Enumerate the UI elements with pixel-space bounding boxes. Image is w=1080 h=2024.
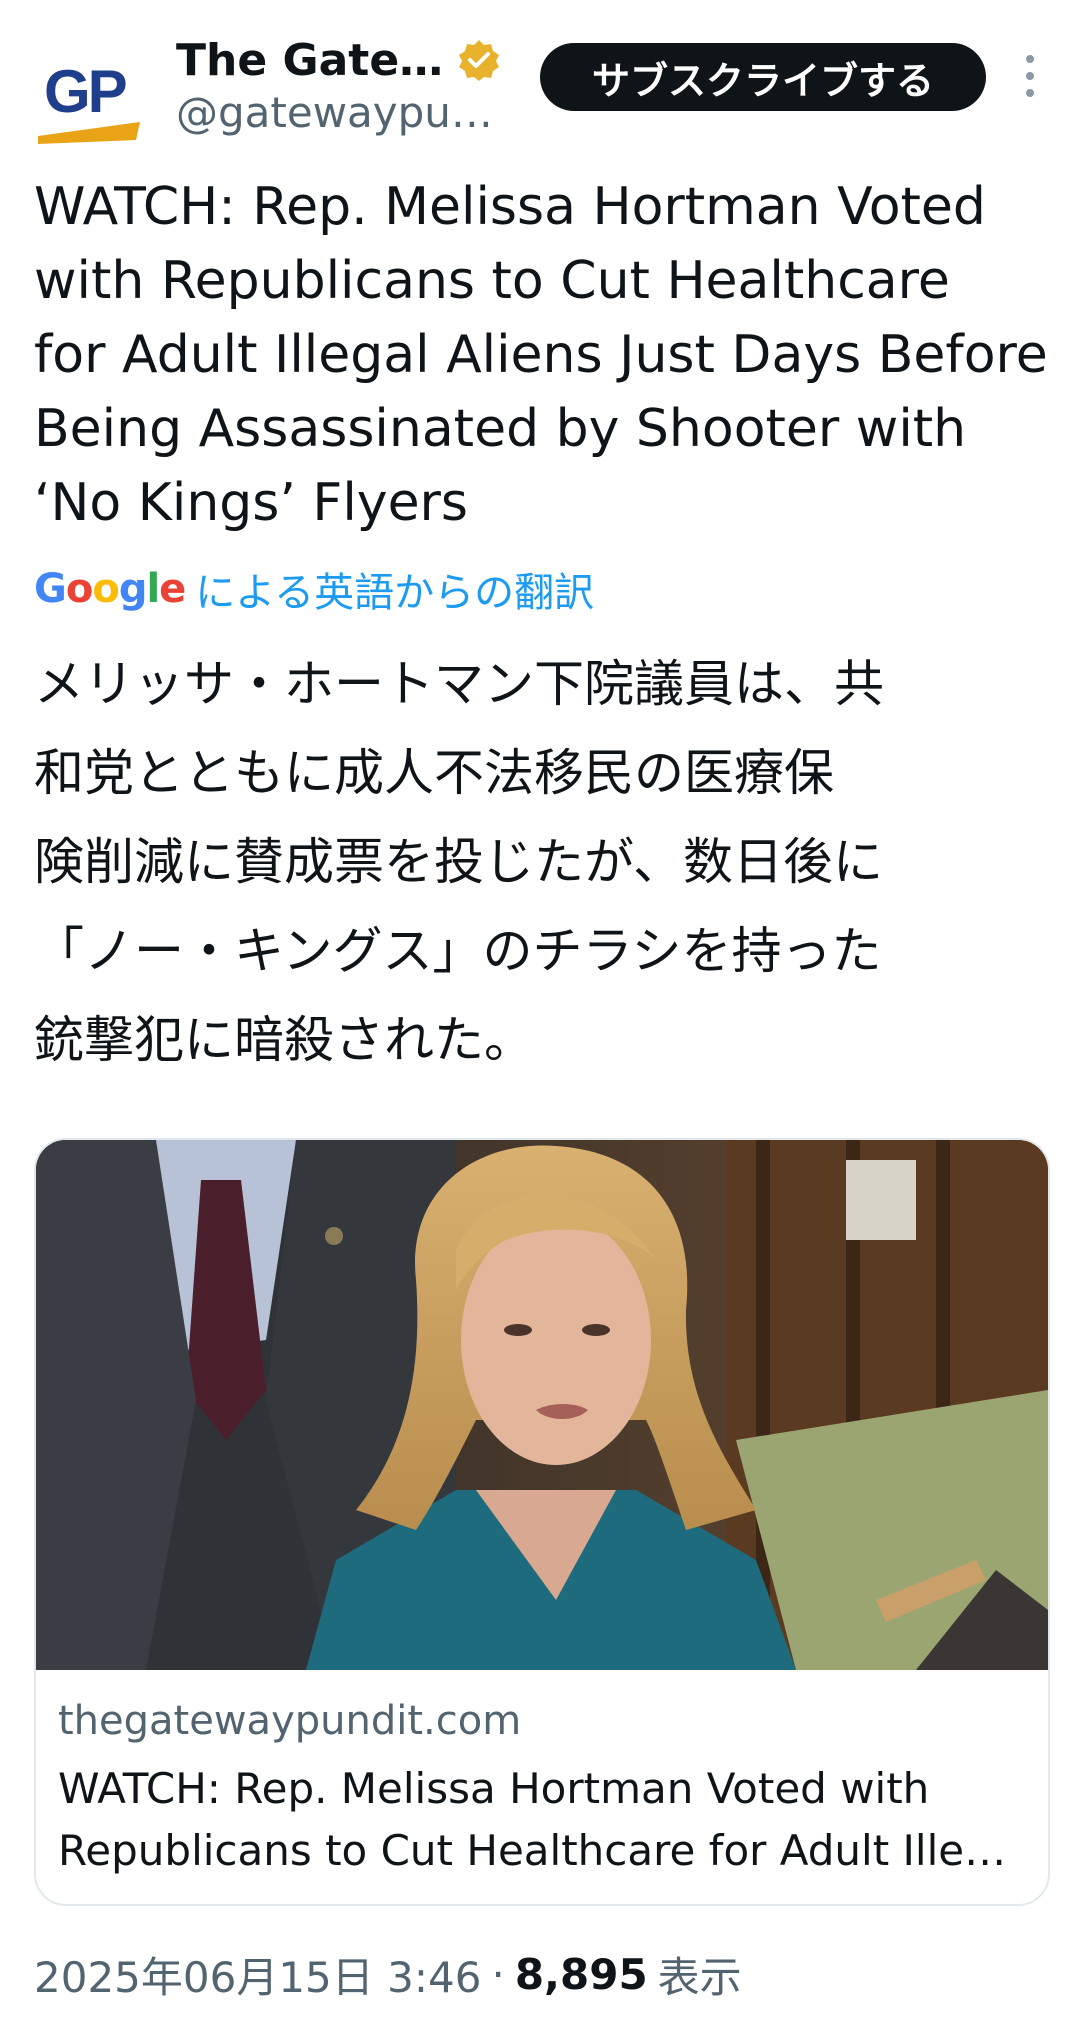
author-display-name[interactable]: The Gate… (176, 35, 443, 86)
translated-line: メリッサ・ホートマン下院議員は、共 (34, 655, 884, 713)
google-logo: Google (34, 566, 186, 612)
more-dot (1026, 89, 1034, 97)
post-text: WATCH: Rep. Melissa Hortman Voted with R… (34, 170, 1054, 540)
avatar[interactable]: GP (36, 40, 146, 150)
translated-line: 険削減に賛成票を投じたが、数日後に (34, 833, 883, 891)
post-header: GP The Gate… @gatewaypu… サブスクライブする (0, 0, 1080, 170)
more-dot (1026, 72, 1034, 80)
post-meta: 2025年06月15日 3:46 · 8,895 表示 (34, 1944, 742, 2004)
post-text-line: Being Assassinated by Shooter with (34, 399, 967, 459)
translated-line: 「ノー・キングス」のチラシを持った (34, 922, 882, 980)
post-text-line: for Adult Illegal Aliens Just Days Befor… (34, 325, 1048, 385)
post-timestamp[interactable]: 2025年06月15日 3:46 (34, 1944, 481, 2005)
translated-text: メリッサ・ホートマン下院議員は、共 和党とともに成人不法移民の医療保 険削減に賛… (34, 640, 1054, 1085)
author-name-row[interactable]: The Gate… (176, 30, 501, 90)
link-card-domain[interactable]: thegatewaypundit.com (58, 1698, 521, 1744)
link-card[interactable]: thegatewaypundit.com WATCH: Rep. Melissa… (34, 1138, 1050, 1906)
translation-attribution[interactable]: Google による英語からの翻訳 (34, 560, 594, 618)
avatar-logo-text: GP (44, 58, 126, 125)
translated-line: 和党とともに成人不法移民の医療保 (34, 744, 834, 802)
post-text-line: with Republicans to Cut Healthcare (34, 251, 950, 311)
post-text-line: ‘No Kings’ Flyers (34, 473, 469, 533)
more-dot (1026, 55, 1034, 63)
more-vertical-icon[interactable] (1010, 46, 1050, 106)
link-card-title[interactable]: WATCH: Rep. Melissa Hortman Voted with R… (58, 1758, 1024, 1882)
meta-separator: · (491, 1949, 505, 1999)
views-label: 表示 (657, 1952, 742, 2002)
translated-line: 銃撃犯に暗殺された。 (34, 1011, 534, 1069)
link-card-image[interactable] (36, 1140, 1048, 1670)
subscribe-button[interactable]: サブスクライブする (540, 43, 986, 111)
author-handle[interactable]: @gatewaypu… (176, 88, 493, 137)
verified-badge-icon (459, 40, 500, 81)
translation-link[interactable]: による英語からの翻訳 (195, 560, 594, 618)
views-count: 8,895 (514, 1949, 648, 1999)
post-text-line: WATCH: Rep. Melissa Hortman Voted (34, 177, 986, 237)
